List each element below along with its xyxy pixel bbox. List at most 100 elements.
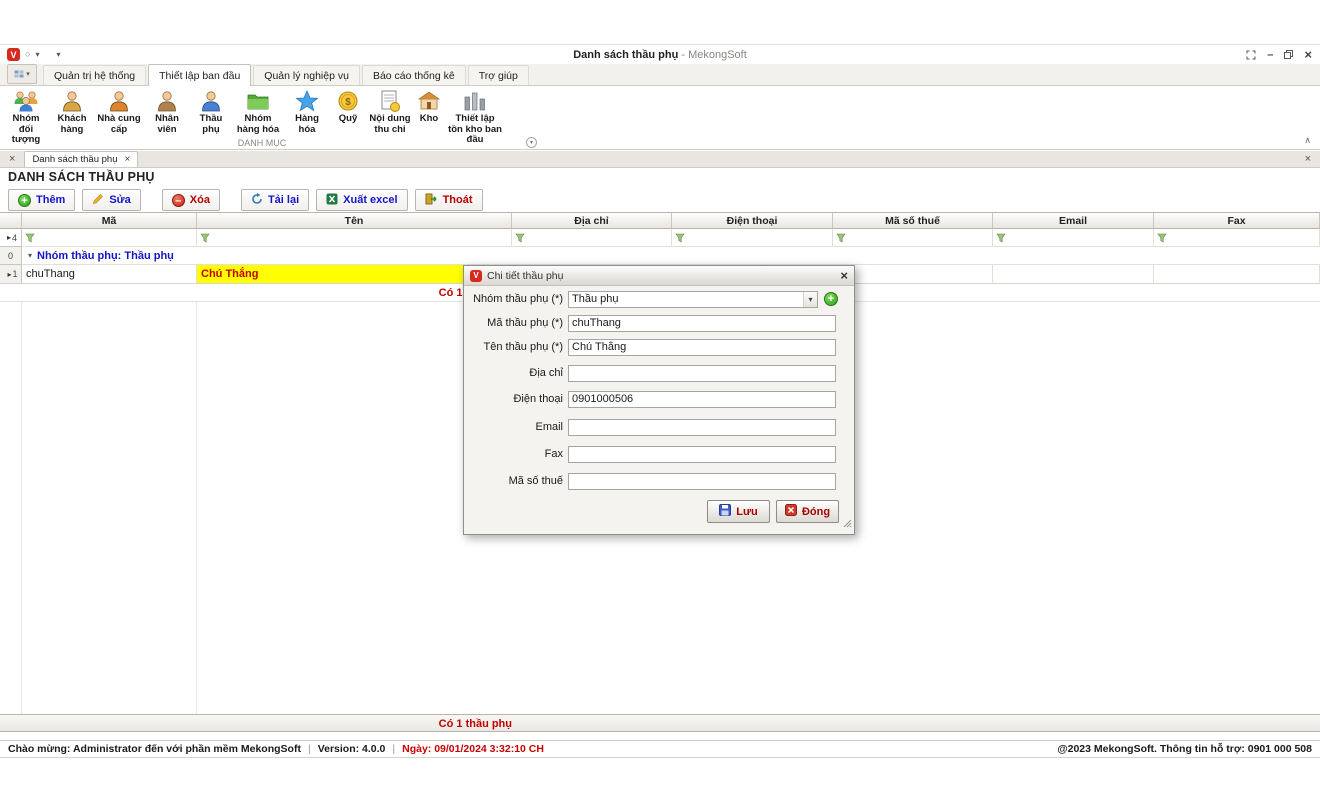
field-label: Địa chỉ — [464, 367, 563, 379]
dialog-title-bar[interactable]: V Chi tiết thầu phụ × — [464, 266, 854, 286]
minimize-button[interactable]: – — [1267, 49, 1273, 61]
save-button[interactable]: Lưu — [707, 500, 770, 523]
ribbon-tab-thiet-lap-ban-dau[interactable]: Thiết lập ban đầu — [148, 64, 251, 86]
add-group-button[interactable]: + — [824, 292, 838, 306]
group-launcher-icon[interactable]: ▾ — [526, 137, 537, 148]
delete-icon: – — [172, 194, 185, 207]
close-document-icon[interactable]: × — [1305, 153, 1311, 165]
exit-button[interactable]: Thoát — [415, 189, 483, 211]
group-people-icon — [13, 89, 39, 113]
field-row-dien-thoai: Điện thoại — [464, 390, 836, 408]
grid-icon — [14, 70, 24, 78]
filter-cell-ten[interactable] — [197, 229, 512, 247]
filter-cell-dien-thoai[interactable] — [672, 229, 833, 247]
cell-fax[interactable] — [1154, 265, 1320, 284]
grid-toolbar: + Thêm Sửa – Xóa Tải lại Xuất excel — [8, 188, 483, 212]
dialog-body: Nhóm thầu phụ (*) Thầu phụ ▾ + Mã thầu p… — [464, 286, 854, 533]
dia-chi-input[interactable] — [568, 365, 836, 382]
ribbon-item-thau-phu[interactable]: Thầu phụ — [190, 88, 232, 136]
column-header-ma[interactable]: Mã — [22, 213, 197, 229]
field-label: Tên thầu phụ (*) — [464, 341, 563, 353]
column-header-ten[interactable]: Tên — [197, 213, 512, 229]
ribbon-item-nhom-hang-hoa[interactable]: Nhóm hàng hóa — [232, 88, 284, 136]
grid-group-row[interactable]: 0 ▾ Nhóm thầu phụ: Thầu phụ — [0, 247, 1320, 265]
group-label: Nhóm thầu phụ: Thầu phụ — [37, 250, 174, 262]
ribbon-item-khach-hang[interactable]: Khách hàng — [50, 88, 94, 136]
ribbon-tab-bao-cao-thong-ke[interactable]: Báo cáo thống kê — [362, 65, 466, 85]
export-excel-button[interactable]: Xuất excel — [316, 189, 407, 211]
add-button[interactable]: + Thêm — [8, 189, 75, 211]
ribbon-tab-quan-tri-he-thong[interactable]: Quản trị hệ thống — [43, 65, 146, 85]
chevron-down-icon[interactable]: ▾ — [35, 51, 39, 59]
circle-icon[interactable]: ○ — [25, 50, 30, 59]
ma-so-thue-input[interactable] — [568, 473, 836, 490]
chevron-down-icon: ▾ — [26, 70, 30, 78]
date-text: Ngày: 09/01/2024 3:32:10 CH — [402, 743, 544, 755]
app-logo-icon[interactable]: V — [7, 48, 20, 61]
ribbon-item-noi-dung-thu-chi[interactable]: Nội dung thu chi — [366, 88, 414, 136]
resize-grip[interactable] — [843, 519, 852, 531]
support-text: @2023 MekongSoft. Thông tin hỗ trợ: 0901… — [1057, 743, 1312, 755]
ribbon-item-nhan-vien[interactable]: Nhân viên — [144, 88, 190, 136]
svg-text:$: $ — [345, 97, 351, 108]
ribbon-item-kho[interactable]: Kho — [414, 88, 444, 126]
filter-cell-ma-so-thue[interactable] — [833, 229, 993, 247]
warehouse-icon — [417, 89, 441, 113]
column-header-ma-so-thue[interactable]: Mã số thuế — [833, 213, 993, 229]
field-row-dia-chi: Địa chỉ — [464, 364, 836, 382]
dien-thoai-input[interactable] — [568, 391, 836, 408]
close-all-tabs-icon[interactable]: × — [9, 154, 15, 165]
field-row-email: Email — [464, 418, 836, 436]
field-label: Mã số thuế — [464, 475, 563, 487]
reload-button[interactable]: Tải lại — [241, 189, 309, 211]
data-row-indicator: ▸1 — [0, 265, 22, 284]
ma-thau-phu-input[interactable] — [568, 315, 836, 332]
group-expand-icon[interactable]: ▾ — [28, 251, 32, 260]
edit-button[interactable]: Sửa — [82, 189, 140, 211]
fullscreen-icon[interactable] — [1246, 50, 1256, 60]
grid-vertical-line — [21, 302, 22, 714]
ten-thau-phu-input[interactable] — [568, 339, 836, 356]
ribbon-app-menu-button[interactable]: ▾ — [7, 64, 37, 84]
ribbon-tab-quan-ly-nghiep-vu[interactable]: Quản lý nghiệp vụ — [253, 65, 360, 85]
delete-button[interactable]: – Xóa — [162, 189, 220, 211]
ribbon-tab-tro-giup[interactable]: Trợ giúp — [468, 65, 529, 85]
ribbon-item-nha-cung-cap[interactable]: Nhà cung cấp — [94, 88, 144, 136]
email-input[interactable] — [568, 419, 836, 436]
cell-ma[interactable]: chuThang — [22, 265, 197, 284]
dialog-close-button[interactable]: Đóng — [776, 500, 839, 523]
subcontractor-detail-dialog: V Chi tiết thầu phụ × Nhóm thầu phụ (*) … — [463, 265, 855, 535]
welcome-text: Chào mừng: Administrator đến với phần mề… — [8, 743, 301, 755]
column-header-fax[interactable]: Fax — [1154, 213, 1320, 229]
dialog-close-icon[interactable]: × — [840, 269, 848, 282]
ribbon-group-danh-muc: Nhóm đối tượng Khách hàng Nhà cung cấp N… — [0, 86, 1320, 150]
column-header-email[interactable]: Email — [993, 213, 1154, 229]
cell-email[interactable] — [993, 265, 1154, 284]
title-bar: V ○ ▾ ▾ Danh sách thầu phụ - MekongSoft … — [0, 45, 1320, 64]
close-button[interactable]: × — [1304, 47, 1312, 62]
receipt-content-icon — [379, 89, 401, 113]
filter-cell-email[interactable] — [993, 229, 1154, 247]
dialog-title: Chi tiết thầu phụ — [487, 270, 563, 282]
fax-input[interactable] — [568, 446, 836, 463]
field-row-ma-so-thue: Mã số thuế — [464, 472, 836, 490]
refresh-icon — [251, 193, 263, 208]
ribbon-item-quy[interactable]: $ Quỹ — [330, 88, 366, 126]
chevron-down-icon[interactable]: ▾ — [803, 292, 817, 307]
quick-access-customize-icon[interactable]: ▾ — [56, 51, 60, 59]
tab-danh-sach-thau-phu[interactable]: Danh sách thầu phụ × — [24, 151, 138, 167]
filter-cell-fax[interactable] — [1154, 229, 1320, 247]
column-header-dia-chi[interactable]: Địa chỉ — [512, 213, 672, 229]
tab-close-icon[interactable]: × — [124, 154, 130, 165]
cell-ma-so-thue[interactable] — [833, 265, 993, 284]
ribbon-item-hang-hoa[interactable]: Hàng hóa — [284, 88, 330, 136]
column-header-dien-thoai[interactable]: Điện thoại — [672, 213, 833, 229]
restore-button[interactable] — [1284, 50, 1293, 59]
ribbon-collapse-icon[interactable]: ∧ — [1304, 135, 1311, 146]
filter-cell-ma[interactable] — [22, 229, 197, 247]
nhom-thau-phu-combo[interactable]: Thầu phụ ▾ — [568, 291, 818, 308]
save-icon — [719, 504, 731, 519]
supplier-icon — [108, 89, 130, 113]
document-tab-bar: × Danh sách thầu phụ × × — [0, 151, 1320, 168]
filter-cell-dia-chi[interactable] — [512, 229, 672, 247]
